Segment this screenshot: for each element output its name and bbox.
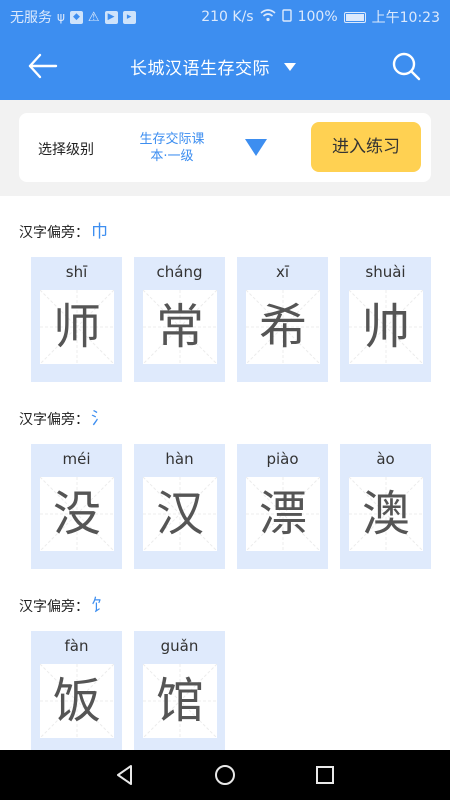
app-notification-icon: ▶ xyxy=(104,10,118,24)
pinyin: ào xyxy=(376,450,395,468)
pinyin: xī xyxy=(275,263,290,281)
back-button[interactable] xyxy=(22,46,66,86)
hanzi: 澳 xyxy=(361,486,410,542)
level-value-line2: 本·一级 xyxy=(150,149,194,164)
section-title-label: 汉字偏旁： xyxy=(19,225,89,241)
video-notification-icon: ▸ xyxy=(122,10,136,24)
pinyin: piào xyxy=(266,450,299,468)
tianzige-grid: 澳 xyxy=(349,477,423,551)
hanzi: 希 xyxy=(258,299,307,355)
circle-home-icon xyxy=(215,765,235,785)
hanzi: 汉 xyxy=(155,486,204,542)
character-card[interactable]: ào 澳 xyxy=(340,444,431,569)
hanzi: 饭 xyxy=(52,673,101,729)
battery-percent-text: 100% xyxy=(297,9,338,25)
nav-back-button[interactable] xyxy=(110,760,140,790)
search-button[interactable] xyxy=(388,48,424,84)
level-select[interactable]: 生存交际课 本·一级 xyxy=(127,131,217,165)
tianzige-grid: 常 xyxy=(143,290,217,364)
enter-practice-button[interactable]: 进入练习 xyxy=(311,122,421,172)
character-card[interactable]: shuài 帅 xyxy=(340,257,431,382)
radical-char: 饣 xyxy=(91,596,108,616)
carrier-text: 无服务 xyxy=(10,10,52,26)
tianzige-grid: 饭 xyxy=(40,664,114,738)
nav-home-button[interactable] xyxy=(210,760,240,790)
section-title-label: 汉字偏旁： xyxy=(19,412,89,428)
search-icon xyxy=(392,52,421,81)
arrow-left-icon xyxy=(28,53,58,79)
tianzige-grid: 没 xyxy=(40,477,114,551)
pinyin: cháng xyxy=(156,263,203,281)
pinyin: méi xyxy=(62,450,91,468)
character-card[interactable]: shī 师 xyxy=(31,257,122,382)
section-title: 汉字偏旁： 饣 xyxy=(19,591,108,616)
pinyin: hàn xyxy=(165,450,194,468)
network-speed-text: 210 K/s xyxy=(201,9,254,25)
wifi-icon xyxy=(260,8,276,26)
radical-char: 氵 xyxy=(91,409,108,429)
character-card[interactable]: piào 漂 xyxy=(237,444,328,569)
pinyin: shuài xyxy=(365,263,406,281)
level-selector-area: 选择级别 生存交际课 本·一级 进入练习 xyxy=(0,100,450,196)
section-title: 汉字偏旁： 巾 xyxy=(19,217,108,242)
character-card[interactable]: fàn 饭 xyxy=(31,631,122,750)
triangle-down-icon[interactable] xyxy=(245,139,267,156)
character-card[interactable]: méi 没 xyxy=(31,444,122,569)
sim-icon xyxy=(281,8,292,26)
usb-icon: ψ xyxy=(57,10,65,24)
character-card[interactable]: cháng 常 xyxy=(134,257,225,382)
radical-char: 巾 xyxy=(91,222,108,242)
tianzige-grid: 漂 xyxy=(246,477,320,551)
character-card[interactable]: hàn 汉 xyxy=(134,444,225,569)
hanzi: 帅 xyxy=(361,299,410,355)
pinyin: fàn xyxy=(64,637,89,655)
hanzi: 漂 xyxy=(258,486,307,542)
toolbar: 长城汉语生存交际 xyxy=(0,32,450,100)
warning-icon: ⚠ xyxy=(87,9,100,25)
hanzi: 没 xyxy=(52,486,101,542)
character-card[interactable]: guǎn 馆 xyxy=(134,631,225,750)
tianzige-grid: 希 xyxy=(246,290,320,364)
page-title: 长城汉语生存交际 xyxy=(130,59,270,79)
level-label: 选择级别 xyxy=(38,142,94,158)
hanzi: 常 xyxy=(155,299,204,355)
character-card[interactable]: xī 希 xyxy=(237,257,328,382)
nav-recents-button[interactable] xyxy=(310,760,340,790)
triangle-back-icon xyxy=(117,765,132,785)
section-title-label: 汉字偏旁： xyxy=(19,599,89,615)
tianzige-grid: 馆 xyxy=(143,664,217,738)
level-value-line1: 生存交际课 xyxy=(139,132,205,147)
system-navigation-bar xyxy=(0,750,450,800)
radical-list[interactable]: 汉字偏旁： 巾 shī 师 cháng 常 xī 希 shuài 帅 汉字偏旁：… xyxy=(0,196,450,750)
level-card: 选择级别 生存交际课 本·一级 进入练习 xyxy=(19,113,431,182)
app-header-background: 无服务 ψ ◆ ⚠ ▶ ▸ 210 K/s 100% 上午10:23 长城汉语生… xyxy=(0,0,450,100)
hanzi: 师 xyxy=(52,299,101,355)
tianzige-grid: 汉 xyxy=(143,477,217,551)
battery-icon xyxy=(343,11,366,23)
time-text: 上午10:23 xyxy=(371,10,440,26)
shield-icon: ◆ xyxy=(69,10,83,24)
hanzi: 馆 xyxy=(155,673,204,729)
square-recents-icon xyxy=(316,766,334,784)
pinyin: guǎn xyxy=(160,637,199,655)
course-title-dropdown[interactable]: 长城汉语生存交际 xyxy=(130,54,296,79)
section-title: 汉字偏旁： 氵 xyxy=(19,404,108,429)
status-bar: 无服务 ψ ◆ ⚠ ▶ ▸ 210 K/s 100% 上午10:23 xyxy=(0,0,450,32)
pinyin: shī xyxy=(65,263,88,281)
tianzige-grid: 帅 xyxy=(349,290,423,364)
chevron-down-icon xyxy=(284,62,296,71)
tianzige-grid: 师 xyxy=(40,290,114,364)
